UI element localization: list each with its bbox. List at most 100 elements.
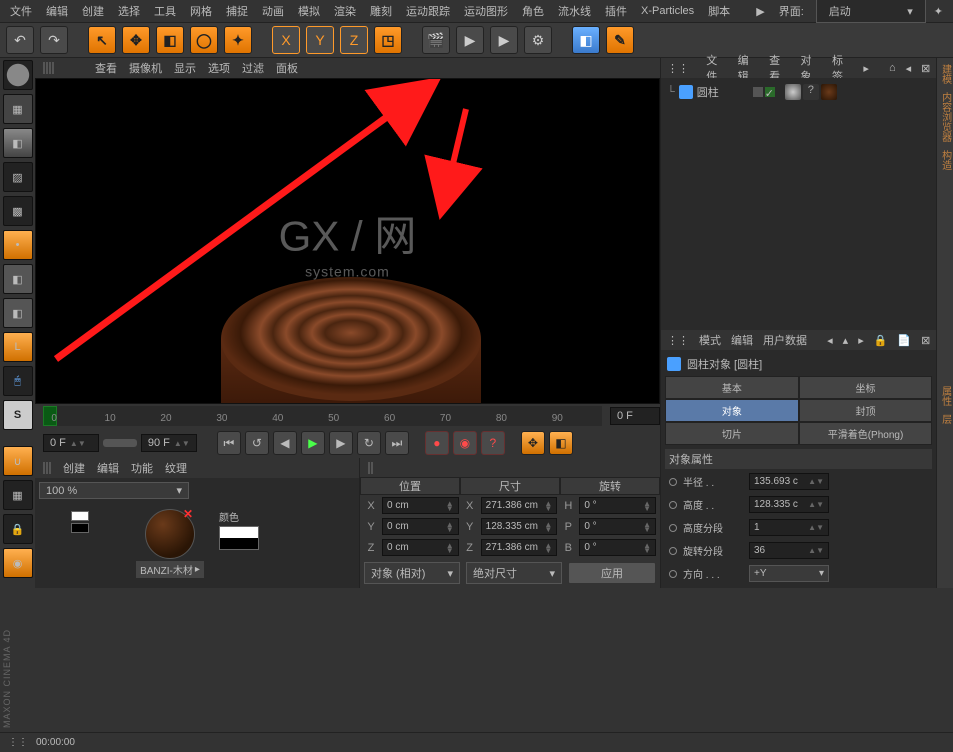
primitive-cube-button[interactable]: ◧: [572, 26, 600, 54]
vp-view[interactable]: 查看: [95, 60, 117, 76]
vp-camera[interactable]: 摄像机: [129, 60, 162, 76]
question-tag-icon[interactable]: ?: [803, 84, 819, 100]
menu-render[interactable]: 渲染: [328, 1, 362, 21]
grip-icon[interactable]: [43, 462, 51, 474]
menu-animate[interactable]: 动画: [256, 1, 290, 21]
size-y-field[interactable]: 128.335 cm▲▼: [481, 518, 558, 535]
viewport-3d[interactable]: GX / 网 system.com: [35, 78, 660, 404]
axis-mode-icon[interactable]: L: [3, 332, 33, 362]
layout-dropdown[interactable]: 启动▾: [816, 0, 926, 23]
menu-sculpt[interactable]: 雕刻: [364, 1, 398, 21]
menu-script[interactable]: 脚本: [702, 1, 736, 21]
tab-object[interactable]: 对象: [665, 399, 799, 422]
render-settings-button[interactable]: ⚙: [524, 26, 552, 54]
phong-tag-icon[interactable]: [785, 84, 801, 100]
x-axis-button[interactable]: X: [272, 26, 300, 54]
pen-tool-button[interactable]: ✎: [606, 26, 634, 54]
poly-mode-icon[interactable]: ◧: [3, 298, 33, 328]
dock-modeling[interactable]: 建模: [938, 64, 953, 84]
pos-z-field[interactable]: 0 cm▲▼: [382, 539, 459, 556]
goto-end-button[interactable]: ⏭: [385, 431, 409, 455]
timeline[interactable]: 0 10 20 30 40 50 60 70 80 90 0 F: [35, 404, 660, 428]
play-button[interactable]: ▶: [301, 431, 325, 455]
size-x-field[interactable]: 271.386 cm▲▼: [481, 497, 558, 514]
lock-mode-icon[interactable]: 🔒: [3, 514, 33, 544]
menu-snap[interactable]: 捕捉: [220, 1, 254, 21]
nav-fwd-icon[interactable]: ▸: [858, 334, 864, 347]
end-frame-field[interactable]: 90 F▲▼: [141, 434, 197, 452]
object-mode-icon[interactable]: ◧: [3, 128, 33, 158]
menu-mesh[interactable]: 网格: [184, 1, 218, 21]
record-button[interactable]: ●: [425, 431, 449, 455]
menu-mograph[interactable]: 运动图形: [458, 1, 514, 21]
menu-xparticles[interactable]: X-Particles: [635, 3, 700, 19]
mesh-mode-icon[interactable]: ▩: [3, 196, 33, 226]
tab-caps[interactable]: 封顶: [799, 399, 933, 422]
move-tool[interactable]: ✥: [122, 26, 150, 54]
attr-mode[interactable]: 模式: [699, 332, 721, 348]
menu-edit[interactable]: 编辑: [40, 1, 74, 21]
model-mode-icon[interactable]: [3, 60, 33, 90]
mat-texture[interactable]: 纹理: [165, 460, 187, 476]
scale-tool[interactable]: ◧: [156, 26, 184, 54]
size-z-field[interactable]: 271.386 cm▲▼: [481, 539, 558, 556]
undo-button[interactable]: ↶: [6, 26, 34, 54]
tab-slice[interactable]: 切片: [665, 422, 799, 445]
dock-attributes[interactable]: 属性: [938, 386, 953, 406]
height-field[interactable]: 128.335 c▲▼: [749, 496, 829, 513]
tab-phong[interactable]: 平滑着色(Phong): [799, 422, 933, 445]
lock-icon[interactable]: 🔒: [874, 334, 888, 347]
object-tree[interactable]: └ 圆柱 ✓ ?: [661, 78, 936, 330]
keyoptions-button[interactable]: ?: [481, 431, 505, 455]
uv-mode-icon[interactable]: ▨: [3, 162, 33, 192]
radius-field[interactable]: 135.693 c▲▼: [749, 473, 829, 490]
render-region-button[interactable]: ▶: [456, 26, 484, 54]
key-scale-button[interactable]: ◧: [549, 431, 573, 455]
material-item-banzi[interactable]: ✕ BANZI-木材▸: [129, 509, 211, 578]
grip-icon[interactable]: [43, 62, 83, 74]
select-tool[interactable]: ↖: [88, 26, 116, 54]
grip-icon[interactable]: ⋮⋮: [667, 62, 696, 75]
mat-zoom-slider[interactable]: 100 %▾: [39, 482, 189, 499]
current-frame-field[interactable]: 0 F: [610, 407, 660, 425]
next-frame-button[interactable]: ▶: [329, 431, 353, 455]
texture-mode-icon[interactable]: ▦: [3, 94, 33, 124]
edge-mode-icon[interactable]: ◧: [3, 264, 33, 294]
menu-select[interactable]: 选择: [112, 1, 146, 21]
prev-frame-button[interactable]: ◀: [273, 431, 297, 455]
menu-plugins[interactable]: 插件: [599, 1, 633, 21]
grip-icon[interactable]: [368, 462, 373, 474]
close-icon[interactable]: ⊠: [921, 62, 930, 75]
prev-key-button[interactable]: ↺: [245, 431, 269, 455]
menu-file[interactable]: 文件: [4, 1, 38, 21]
dock-layers[interactable]: 层: [938, 414, 953, 424]
range-slider[interactable]: [103, 439, 137, 447]
z-axis-button[interactable]: Z: [340, 26, 368, 54]
render-view-button[interactable]: 🎬: [422, 26, 450, 54]
mat-edit[interactable]: 编辑: [97, 460, 119, 476]
menu-character[interactable]: 角色: [516, 1, 550, 21]
settings-icon[interactable]: ✦: [928, 3, 949, 20]
grip-icon[interactable]: ⋮⋮: [8, 737, 28, 748]
menu-motiontrack[interactable]: 运动跟踪: [400, 1, 456, 21]
nav-back-icon[interactable]: ◂: [827, 334, 833, 347]
vp-options[interactable]: 选项: [208, 60, 230, 76]
menu-simulate[interactable]: 模拟: [292, 1, 326, 21]
mat-function[interactable]: 功能: [131, 460, 153, 476]
nav-icon[interactable]: ◂: [906, 62, 912, 75]
rotate-tool[interactable]: ◯: [190, 26, 218, 54]
goto-start-button[interactable]: ⏮: [217, 431, 241, 455]
tab-coord[interactable]: 坐标: [799, 376, 933, 399]
vp-panel[interactable]: 面板: [276, 60, 298, 76]
s-mode-icon[interactable]: S: [3, 400, 33, 430]
apply-button[interactable]: 应用: [568, 562, 656, 584]
redo-button[interactable]: ↷: [40, 26, 68, 54]
nav-up-icon[interactable]: ⌂: [889, 62, 896, 74]
dock-structure[interactable]: 构造: [938, 150, 953, 170]
magnet-mode-icon[interactable]: ∪: [3, 446, 33, 476]
tab-basic[interactable]: 基本: [665, 376, 799, 399]
vp-filter[interactable]: 过滤: [242, 60, 264, 76]
dock-browser[interactable]: 内容浏览器: [938, 92, 953, 142]
pos-y-field[interactable]: 0 cm▲▼: [382, 518, 459, 535]
y-axis-button[interactable]: Y: [306, 26, 334, 54]
